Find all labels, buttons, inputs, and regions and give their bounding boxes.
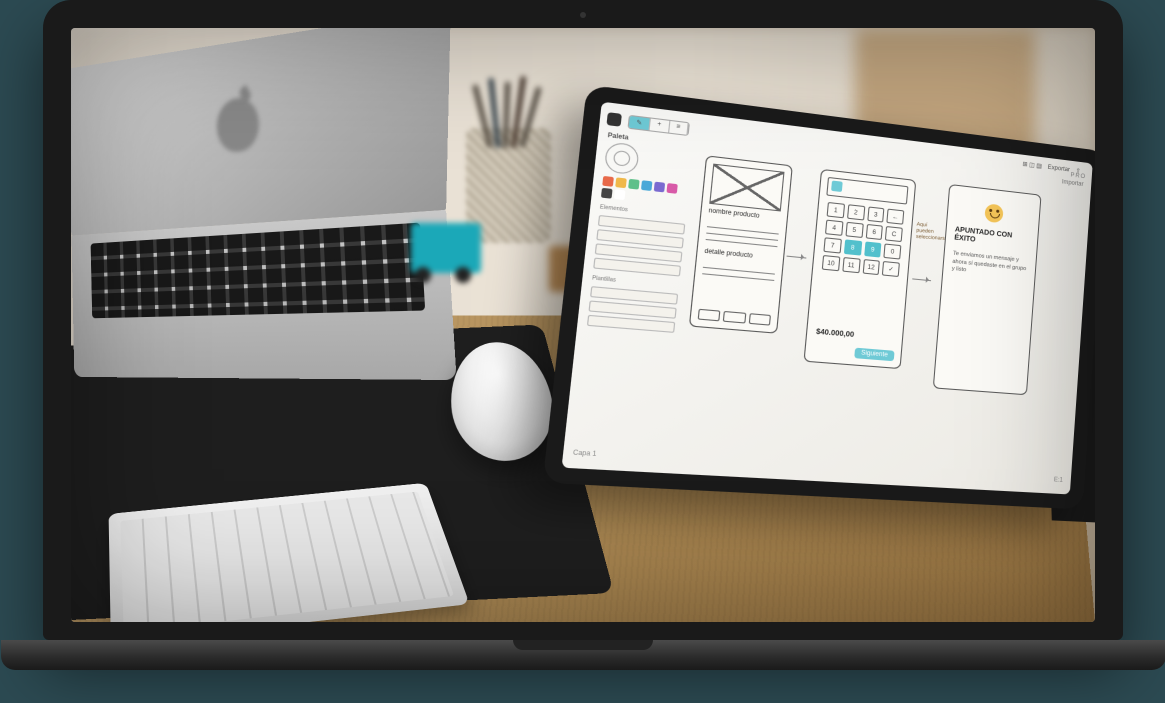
color-wheel-icon[interactable] xyxy=(603,141,639,175)
color-swatch[interactable] xyxy=(602,176,614,187)
success-title: APUNTADO CON ÉXITO xyxy=(953,226,1029,251)
laptop-mockup: ✎ + ≡ PRO ⊞ ◫ xyxy=(43,0,1123,680)
color-swatch[interactable] xyxy=(615,177,627,188)
tool-segment[interactable]: ✎ + ≡ xyxy=(627,114,690,135)
keypad-key: 1 xyxy=(826,202,844,218)
image-placeholder-icon xyxy=(709,164,784,212)
view-opt2-icon[interactable]: ◫ xyxy=(1028,162,1034,169)
laptop-base xyxy=(1,640,1165,670)
wireframe-button xyxy=(748,313,771,326)
view-opt3-icon[interactable]: ▤ xyxy=(1036,163,1042,170)
color-swatch[interactable] xyxy=(600,188,612,199)
import-button[interactable]: Importar xyxy=(1061,179,1083,187)
smiley-face-icon xyxy=(984,203,1003,223)
phone1-detail-text: detalle producto xyxy=(704,249,753,260)
tool-add-icon[interactable]: + xyxy=(649,118,669,132)
next-button: Siguiente xyxy=(854,348,894,362)
flow-arrow-icon xyxy=(786,256,806,259)
macbook-keyboard xyxy=(71,210,456,380)
annotation-text: Aquí pueden seleccionarse xyxy=(915,222,941,242)
toy-truck-teal xyxy=(411,223,481,273)
upload-icon[interactable]: ⇧ xyxy=(1075,167,1080,174)
keypad-key: 10 xyxy=(821,255,839,271)
tool-list-icon[interactable]: ≡ xyxy=(668,120,688,134)
zoom-label: E:1 xyxy=(1053,477,1062,484)
keypad-key: ← xyxy=(886,209,904,225)
app-logo-icon xyxy=(606,112,621,127)
desk-photo-scene: ✎ + ≡ PRO ⊞ ◫ xyxy=(71,28,1095,622)
wireframe-phone-3[interactable]: APUNTADO CON ÉXITO Te enviamos un mensaj… xyxy=(932,184,1041,395)
element-thumbs[interactable] xyxy=(593,215,685,277)
apple-logo-icon xyxy=(215,96,259,154)
input-field-wireframe xyxy=(826,177,908,205)
tool-pencil-icon[interactable]: ✎ xyxy=(628,115,650,129)
color-swatch[interactable] xyxy=(613,189,625,200)
keypad-key: C xyxy=(885,226,903,242)
pens xyxy=(476,78,546,148)
keypad-key: 9 xyxy=(863,241,881,257)
tablet-body: ✎ + ≡ PRO ⊞ ◫ xyxy=(542,85,1094,510)
keypad-key: ✓ xyxy=(882,261,900,277)
wireframe-phone-2[interactable]: 123←456C7890101112✓ $40.000,00 Siguiente xyxy=(803,169,916,369)
laptop-screen: ✎ + ≡ PRO ⊞ ◫ xyxy=(71,28,1095,622)
color-swatch[interactable] xyxy=(653,182,664,193)
total-amount: $40.000,00 xyxy=(815,328,854,339)
layer-label: Capa 1 xyxy=(572,450,596,458)
macbook-lid xyxy=(71,28,451,236)
keypad-key: 8 xyxy=(843,239,861,255)
color-swatch[interactable] xyxy=(628,179,640,190)
success-body: Te enviamos un mensaje y ahora sí quedas… xyxy=(951,251,1028,282)
laptop-hinge-notch xyxy=(513,640,653,650)
keypad-key: 7 xyxy=(823,237,841,253)
flow-arrow-icon xyxy=(912,278,931,281)
color-swatch[interactable] xyxy=(666,183,677,194)
keypad-key: 12 xyxy=(862,259,880,275)
keypad-key: 2 xyxy=(846,204,864,220)
keypad-key: 3 xyxy=(866,206,884,222)
keypad-key: 0 xyxy=(883,243,901,259)
template-thumbs[interactable] xyxy=(586,286,677,333)
keypad-key: 6 xyxy=(865,224,883,240)
keypad-key: 11 xyxy=(842,257,860,273)
ipad-tablet: ✎ + ≡ PRO ⊞ ◫ xyxy=(542,85,1094,510)
tablet-screen: ✎ + ≡ PRO ⊞ ◫ xyxy=(561,102,1092,495)
close-x-icon xyxy=(831,181,843,193)
color-swatches[interactable] xyxy=(600,176,688,207)
keypad-key: 5 xyxy=(845,222,863,238)
view-opt-icon[interactable]: ⊞ xyxy=(1022,162,1027,169)
color-swatch[interactable] xyxy=(640,180,651,191)
laptop-bezel: ✎ + ≡ PRO ⊞ ◫ xyxy=(43,0,1123,640)
keypad-key: 4 xyxy=(824,220,842,236)
phone1-title-text: nombre producto xyxy=(708,208,760,220)
wireframe-button xyxy=(723,311,746,324)
macbook-laptop xyxy=(71,28,457,380)
keypad: 123←456C7890101112✓ xyxy=(821,202,904,277)
left-palette-panel: Paleta Elementos Plantillas xyxy=(576,133,693,424)
wireframe-phone-1[interactable]: nombre producto detalle producto xyxy=(688,155,792,333)
camera-dot-icon xyxy=(580,12,586,18)
wireframe-canvas[interactable]: nombre producto detalle producto xyxy=(672,151,1081,468)
wireframe-button xyxy=(697,309,720,322)
